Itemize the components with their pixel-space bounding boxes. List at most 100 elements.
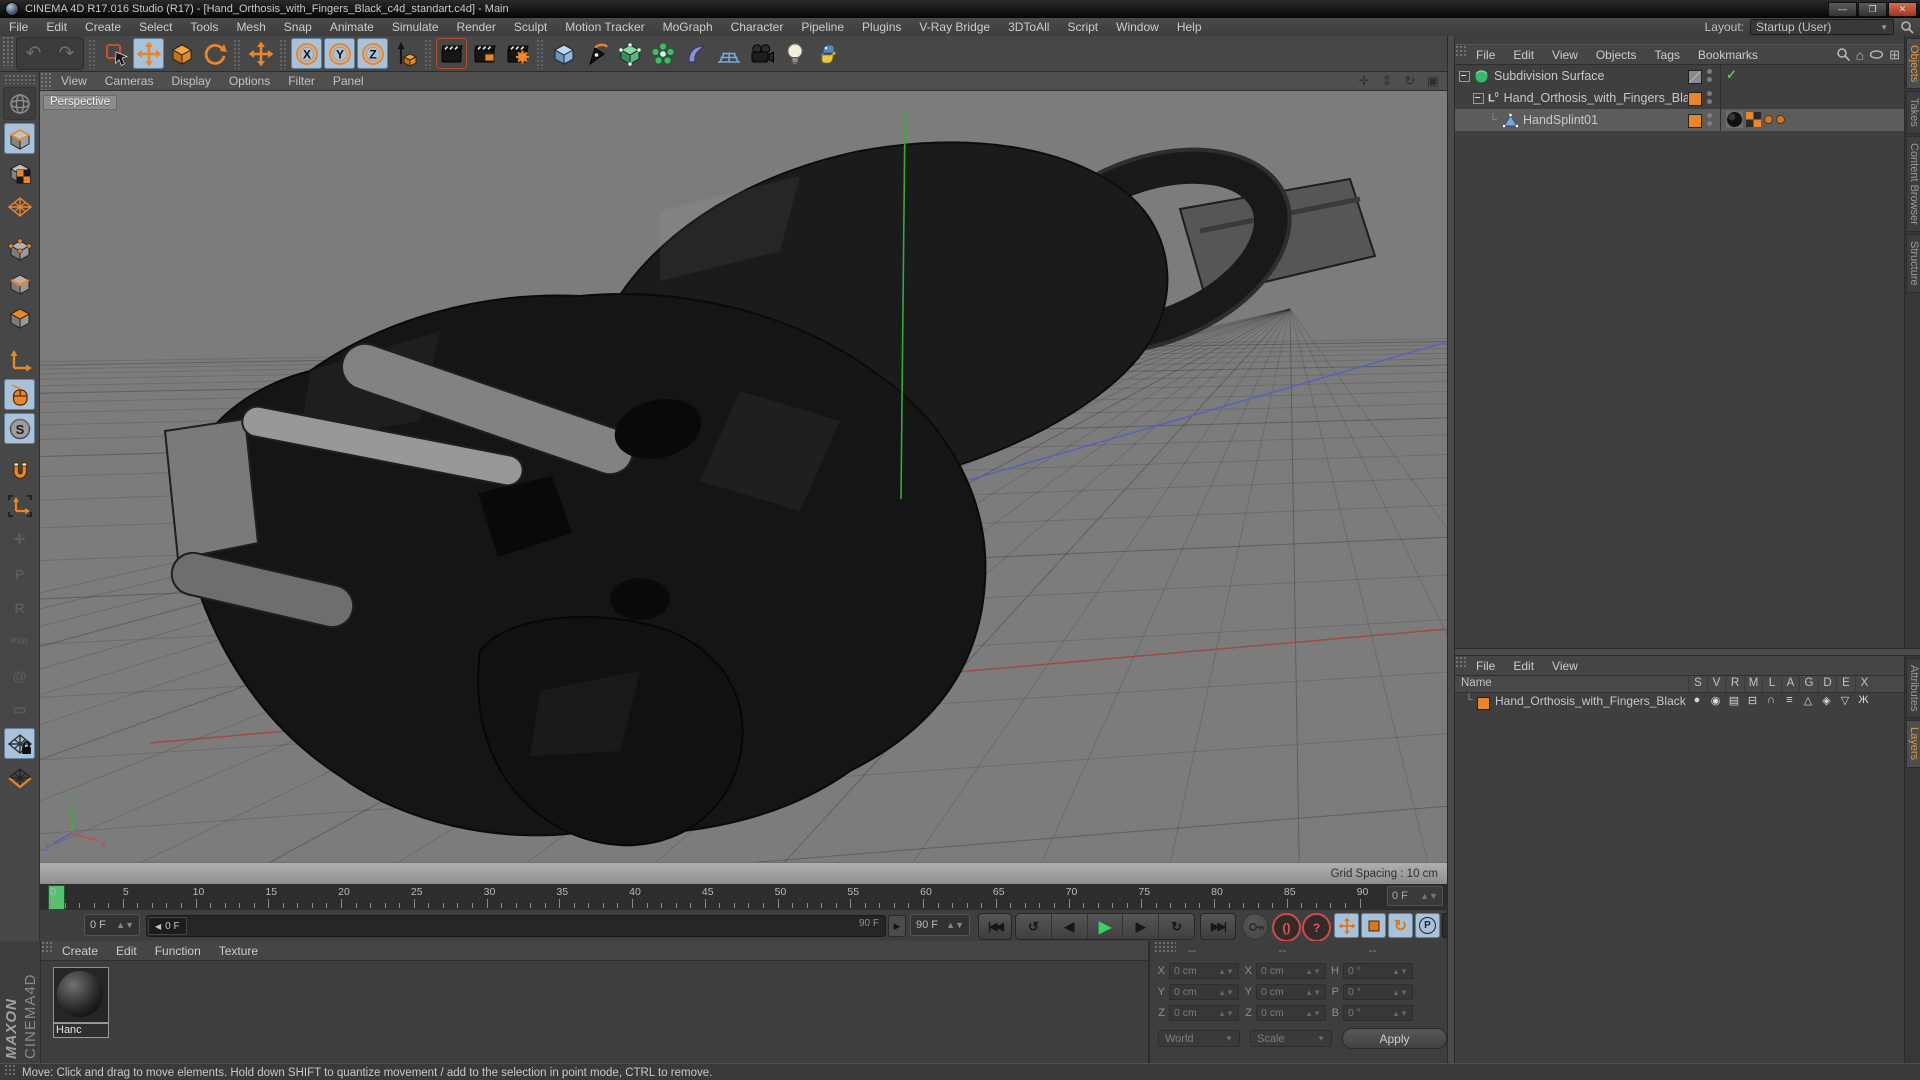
rotation-p-field[interactable]: 0 ° ▲▼ bbox=[1343, 984, 1413, 1000]
goto-end-button[interactable]: ▶▶| bbox=[1200, 913, 1236, 940]
column-header-l[interactable]: L bbox=[1762, 677, 1781, 692]
environment-objects-button[interactable] bbox=[713, 38, 744, 69]
material-thumbnail[interactable] bbox=[53, 967, 109, 1023]
drag-handle[interactable] bbox=[1455, 656, 1467, 668]
layer-color-chip[interactable] bbox=[1688, 70, 1702, 84]
scale-tool[interactable] bbox=[166, 38, 197, 69]
position-x-field[interactable]: 0 cm ▲▼ bbox=[1169, 963, 1239, 979]
column-header-r[interactable]: R bbox=[1725, 677, 1744, 692]
key-rect-button[interactable]: ▭ bbox=[4, 694, 35, 725]
material-menu-texture[interactable]: Texture bbox=[210, 942, 267, 960]
layer-toggle-s-icon[interactable]: ● bbox=[1688, 694, 1706, 706]
camera-label[interactable]: Perspective bbox=[43, 95, 118, 110]
name-column-header[interactable]: Name bbox=[1461, 677, 1492, 689]
last-used-tool[interactable] bbox=[245, 38, 276, 69]
make-editable-button[interactable] bbox=[3, 87, 36, 120]
object-row[interactable]: └ HandSplint01 bbox=[1455, 109, 1904, 131]
record-rotation-toggle[interactable]: ↻ bbox=[1388, 913, 1413, 938]
viewport-menu-panel[interactable]: Panel bbox=[324, 72, 373, 90]
object-manager-menu-view[interactable]: View bbox=[1543, 46, 1587, 64]
apply-button[interactable]: Apply bbox=[1342, 1028, 1447, 1049]
menu-create[interactable]: Create bbox=[76, 18, 130, 36]
material-name[interactable]: Hanc bbox=[53, 1023, 109, 1038]
material-tag-icon[interactable] bbox=[1726, 111, 1743, 128]
material-menu-function[interactable]: Function bbox=[146, 942, 210, 960]
zoom-view-icon[interactable]: ⇕ bbox=[1379, 73, 1395, 89]
lock-y-axis-button[interactable]: Y bbox=[324, 38, 355, 69]
record-active-objects-button[interactable]: () bbox=[1272, 913, 1301, 942]
menu-render[interactable]: Render bbox=[448, 18, 505, 36]
layer-color-chip[interactable] bbox=[1477, 697, 1490, 710]
layer-toggle-m-icon[interactable]: ⊟ bbox=[1744, 694, 1762, 707]
light-objects-button[interactable] bbox=[779, 38, 810, 69]
layer-color-chip[interactable] bbox=[1688, 92, 1702, 106]
add-panel-icon[interactable]: ⊞ bbox=[1889, 47, 1900, 63]
coord-copy-button[interactable]: ✛ bbox=[4, 524, 35, 555]
subdivision-surface-button[interactable] bbox=[614, 38, 645, 69]
drag-handle[interactable] bbox=[1455, 45, 1467, 57]
toggle-view-icon[interactable]: ▣ bbox=[1425, 73, 1441, 89]
menu-animate[interactable]: Animate bbox=[321, 18, 383, 36]
layer-name[interactable]: Hand_Orthosis_with_Fingers_Black bbox=[1495, 694, 1686, 708]
minimize-button[interactable]: — bbox=[1828, 1, 1857, 17]
rotate-view-icon[interactable]: ↻ bbox=[1402, 73, 1418, 89]
enabled-check-icon[interactable]: ✓ bbox=[1726, 67, 1737, 83]
layer-toggle-r-icon[interactable]: ▤ bbox=[1725, 694, 1743, 707]
menu-pipeline[interactable]: Pipeline bbox=[792, 18, 853, 36]
viewport-menu-filter[interactable]: Filter bbox=[279, 72, 324, 90]
expander-icon[interactable] bbox=[1459, 70, 1470, 82]
vertical-splitter[interactable] bbox=[1447, 36, 1455, 1063]
menu-mograph[interactable]: MoGraph bbox=[654, 18, 722, 36]
viewport-menu-view[interactable]: View bbox=[52, 72, 96, 90]
menu-motion-tracker[interactable]: Motion Tracker bbox=[556, 18, 653, 36]
cycle-forward-button[interactable]: ↻ bbox=[1159, 914, 1194, 939]
column-header-m[interactable]: M bbox=[1743, 677, 1763, 692]
key-at-button[interactable]: @ bbox=[4, 660, 35, 691]
object-manager-menu-file[interactable]: File bbox=[1467, 46, 1504, 64]
copy-rotation-button[interactable]: R bbox=[4, 592, 35, 623]
layer-manager-menu-view[interactable]: View bbox=[1543, 657, 1587, 675]
object-label[interactable]: Hand_Orthosis_with_Fingers_Black bbox=[1504, 91, 1703, 105]
column-header-d[interactable]: D bbox=[1817, 677, 1837, 692]
layer-toggle-g-icon[interactable]: △ bbox=[1799, 694, 1817, 707]
home-icon[interactable]: ⌂ bbox=[1856, 47, 1864, 63]
copy-position-button[interactable]: P bbox=[4, 558, 35, 589]
column-header-a[interactable]: A bbox=[1780, 677, 1800, 692]
menu-snap[interactable]: Snap bbox=[275, 18, 321, 36]
next-frame-button[interactable]: ▶ bbox=[1123, 914, 1160, 939]
record-keyframe-button[interactable] bbox=[1242, 913, 1269, 940]
expander-icon[interactable] bbox=[1473, 92, 1484, 104]
layer-toggle-x-icon[interactable]: Ж bbox=[1855, 694, 1873, 706]
start-frame-field[interactable]: 0 F ▲▼ bbox=[84, 914, 140, 936]
menu-help[interactable]: Help bbox=[1168, 18, 1211, 36]
power-slider[interactable]: ◀ 0 F 90 F bbox=[146, 915, 886, 937]
object-manager-menu-edit[interactable]: Edit bbox=[1504, 46, 1543, 64]
size-y-field[interactable]: 0 cm ▲▼ bbox=[1256, 984, 1326, 1000]
previous-frame-button[interactable]: ◀ bbox=[1052, 914, 1088, 939]
material-menu-edit[interactable]: Edit bbox=[107, 942, 146, 960]
menu-file[interactable]: File bbox=[0, 18, 37, 36]
tab-structure[interactable]: Structure bbox=[1906, 233, 1920, 293]
drag-handle[interactable] bbox=[4, 1064, 16, 1075]
deformers-button[interactable] bbox=[680, 38, 711, 69]
viewport-menu-display[interactable]: Display bbox=[162, 72, 219, 90]
maximize-button[interactable]: ❐ bbox=[1858, 1, 1887, 17]
viewport-3d-scene[interactable]: Y X Z Perspective bbox=[40, 91, 1447, 862]
polygons-mode-button[interactable] bbox=[4, 302, 35, 333]
column-header-g[interactable]: G bbox=[1799, 677, 1818, 692]
generators-button[interactable] bbox=[647, 38, 678, 69]
tab-layers[interactable]: Layers bbox=[1906, 720, 1920, 768]
slider-end-cap[interactable]: ▶ bbox=[888, 915, 906, 937]
menu-mesh[interactable]: Mesh bbox=[227, 18, 274, 36]
search-icon[interactable] bbox=[1836, 47, 1851, 62]
uvw-tag-icon[interactable] bbox=[1746, 112, 1761, 127]
snap-settings-button[interactable]: S bbox=[4, 413, 35, 444]
object-manager-menu-objects[interactable]: Objects bbox=[1587, 46, 1646, 64]
render-view-button[interactable] bbox=[436, 38, 467, 69]
drag-handle[interactable] bbox=[40, 72, 52, 90]
search-icon[interactable] bbox=[1900, 20, 1914, 34]
menu-edit[interactable]: Edit bbox=[37, 18, 76, 36]
rotation-h-field[interactable]: 0 ° ▲▼ bbox=[1343, 963, 1413, 979]
drag-handle[interactable] bbox=[1154, 941, 1176, 953]
column-header-e[interactable]: E bbox=[1836, 677, 1855, 692]
